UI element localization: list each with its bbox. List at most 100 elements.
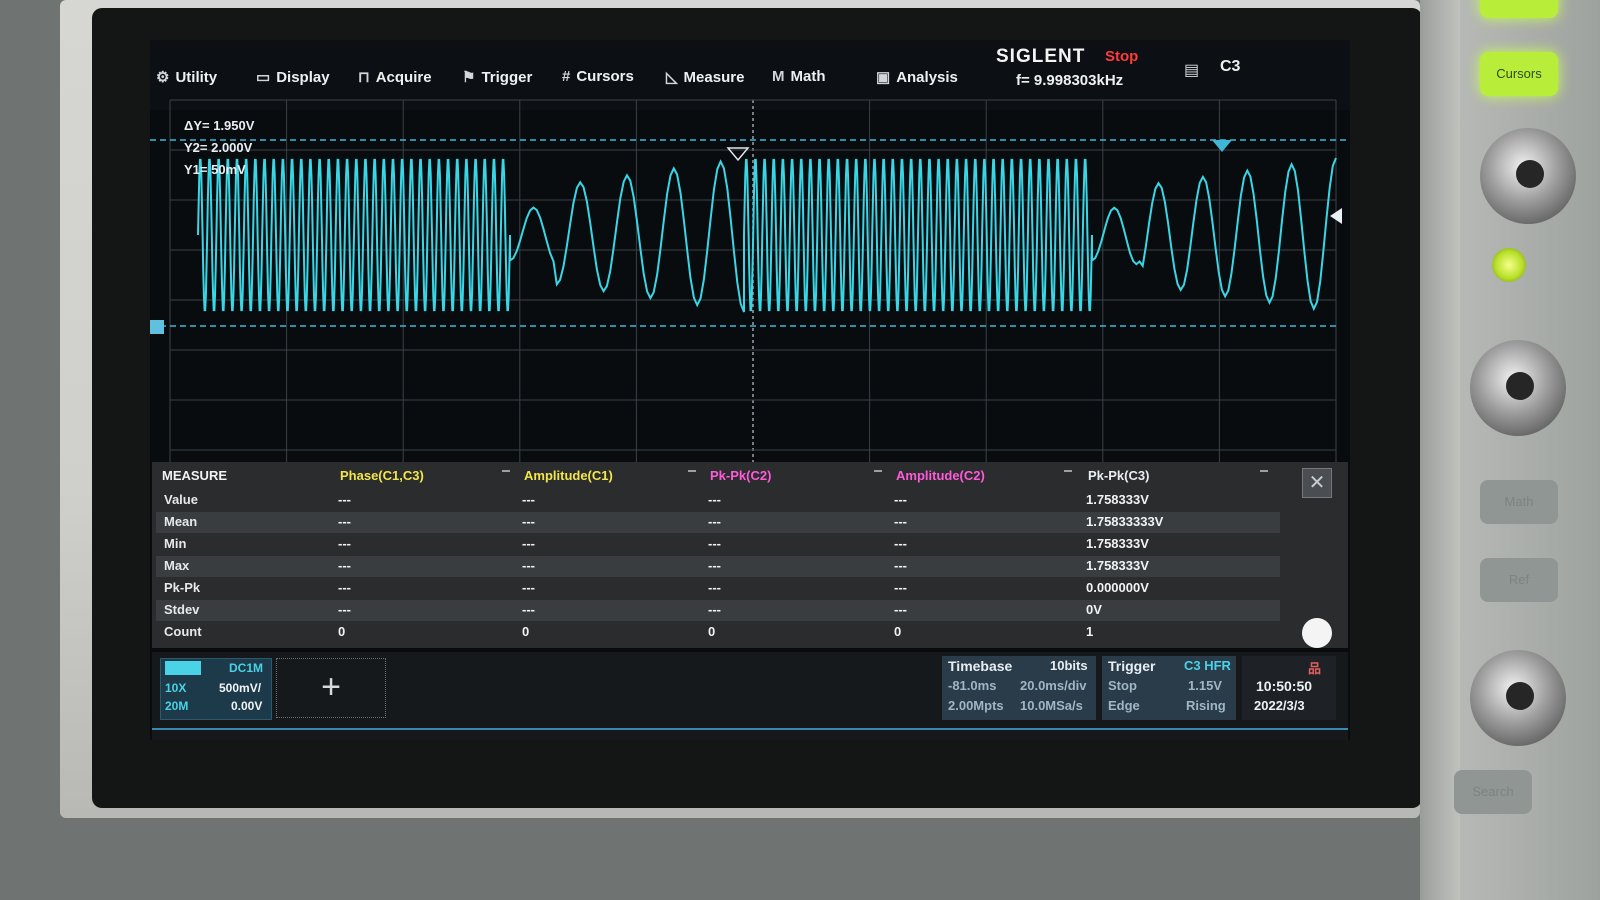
cursor-knob[interactable] (1480, 128, 1576, 224)
measure-row: Pk-Pk --- --- --- --- 0.000000V (156, 578, 1280, 599)
measure-cell: 0.000000V (1086, 580, 1149, 595)
trigger-slope: Rising (1186, 698, 1226, 713)
measure-cell: --- (894, 492, 907, 507)
lower-knob[interactable] (1470, 650, 1566, 746)
measure-row: Count 0 0 0 0 1 (156, 622, 1280, 643)
measure-panel: MEASURE Phase(C1,C3) Amplitude(C1) Pk-Pk… (152, 462, 1348, 648)
measure-cell: --- (708, 558, 721, 573)
monitor-icon: ▭ (256, 69, 271, 86)
top-green-button[interactable] (1480, 0, 1558, 18)
measure-title: MEASURE (162, 468, 228, 483)
close-icon[interactable]: ✕ (1302, 468, 1332, 498)
measure-cell: --- (338, 492, 351, 507)
measure-col-3[interactable]: Pk-Pk(C2) (710, 468, 771, 483)
col-2-menu-dash[interactable] (688, 470, 696, 472)
menu-measure[interactable]: ◺ Measure (666, 68, 744, 87)
measure-cell: 0 (522, 624, 530, 639)
measure-row: Min --- --- --- --- 1.758333V (156, 534, 1280, 555)
measure-cell: --- (522, 514, 535, 529)
measure-cell: --- (708, 536, 721, 551)
analysis-icon: ▣ (876, 69, 891, 86)
col-3-menu-dash[interactable] (874, 470, 882, 472)
trigger-level: 1.15V (1188, 678, 1222, 693)
measure-cell: 1 (1086, 624, 1094, 639)
trigger-source: C3 HFR (1184, 658, 1231, 673)
ref-hw-button[interactable]: Ref (1480, 558, 1558, 602)
measure-row-label: Value (164, 492, 198, 507)
waveform-plot[interactable] (150, 90, 1350, 510)
menu-cursors-label: Cursors (576, 68, 634, 85)
add-channel-button[interactable]: + (276, 658, 386, 718)
flag-icon: ⚑ (462, 69, 476, 86)
menu-display-label: Display (276, 68, 330, 86)
measure-cell: --- (522, 558, 535, 573)
menu-acquire[interactable]: ⊓ Acquire (358, 68, 432, 87)
measure-cell: --- (338, 536, 351, 551)
menu-math[interactable]: M Math (772, 68, 826, 85)
cursor-y1: Y1= 50mV (184, 162, 246, 177)
menu-trigger-label: Trigger (481, 68, 533, 86)
measure-col-4[interactable]: Amplitude(C2) (896, 468, 985, 483)
active-channel[interactable]: C3 (1220, 58, 1240, 76)
channel-ground-marker[interactable] (150, 320, 164, 334)
cursors-hw-button[interactable]: Cursors (1480, 52, 1558, 96)
measure-row-label: Mean (164, 514, 198, 529)
trigger-box[interactable]: Trigger C3 HFR Stop 1.15V Edge Rising (1102, 656, 1236, 720)
measure-cell: --- (338, 580, 351, 595)
col-1-menu-dash[interactable] (502, 470, 510, 472)
measure-cell: --- (708, 514, 721, 529)
channel-offset: 0.00V (231, 699, 263, 713)
measure-col-5[interactable]: Pk-Pk(C3) (1088, 468, 1149, 483)
measure-row-label: Count (164, 624, 202, 639)
menu-cursors[interactable]: # Cursors (562, 68, 634, 85)
math-hw-button[interactable]: Math (1480, 480, 1558, 524)
network-icon: 品 (1308, 661, 1322, 676)
measure-cell: 1.758333V (1086, 536, 1149, 551)
measure-cell: --- (522, 492, 535, 507)
channel-3-box[interactable]: DC1M 10X 500mV/ 20M 0.00V (160, 658, 272, 720)
col-5-menu-dash[interactable] (1260, 470, 1268, 472)
timebase-scale: 20.0ms/div (1020, 678, 1087, 693)
timebase-delay: -81.0ms (948, 678, 997, 693)
menu-display[interactable]: ▭ Display (256, 68, 330, 87)
measure-cell: --- (894, 514, 907, 529)
measure-cell: --- (894, 580, 907, 595)
cursor-grid-icon: # (562, 68, 571, 85)
measure-row-label: Max (164, 558, 190, 573)
menu-trigger[interactable]: ⚑ Trigger (462, 68, 533, 87)
col-4-menu-dash[interactable] (1064, 470, 1072, 472)
document-icon[interactable]: ▤ (1184, 60, 1199, 80)
measure-cell: --- (894, 558, 907, 573)
measure-cell: --- (708, 492, 721, 507)
menu-analysis[interactable]: ▣ Analysis (876, 68, 958, 87)
measure-cell: 0V (1086, 602, 1102, 617)
clock-box: 品 10:50:50 2022/3/3 (1242, 656, 1336, 720)
frequency-counter: f= 9.998303kHz (1016, 72, 1124, 89)
measure-cell: 0 (894, 624, 902, 639)
measure-row-label: Stdev (164, 602, 200, 617)
measure-col-2[interactable]: Amplitude(C1) (524, 468, 613, 483)
trigger-type: Edge (1108, 698, 1140, 713)
measure-scroll-handle[interactable] (1302, 618, 1332, 648)
clock-time: 10:50:50 (1256, 678, 1313, 694)
measure-row: Stdev --- --- --- --- 0V (156, 600, 1280, 621)
measure-cell: 0 (708, 624, 716, 639)
measure-cell: --- (522, 602, 535, 617)
timebase-box[interactable]: Timebase 10bits -81.0ms 20.0ms/div 2.00M… (942, 656, 1096, 720)
measure-cell: --- (522, 580, 535, 595)
timebase-points: 2.00Mpts (948, 698, 1004, 713)
menu-analysis-label: Analysis (896, 68, 958, 86)
search-hw-button[interactable]: Search (1454, 770, 1532, 814)
menu-utility-label: Utility (175, 68, 218, 86)
run-status[interactable]: Stop (1105, 48, 1138, 65)
menu-utility[interactable]: ⚙ Utility (156, 68, 218, 87)
measure-cell: --- (894, 536, 907, 551)
math-icon: M (772, 68, 785, 85)
measure-col-1[interactable]: Phase(C1,C3) (340, 468, 424, 483)
measure-cell: 0 (338, 624, 346, 639)
variable-knob[interactable] (1470, 340, 1566, 436)
trigger-title: Trigger (1108, 658, 1156, 674)
channel-bandwidth: 20M (165, 699, 189, 713)
menu-acquire-label: Acquire (375, 68, 432, 86)
scope-screen: ⚙ Utility ▭ Display ⊓ Acquire ⚑ Trigger … (150, 40, 1350, 740)
